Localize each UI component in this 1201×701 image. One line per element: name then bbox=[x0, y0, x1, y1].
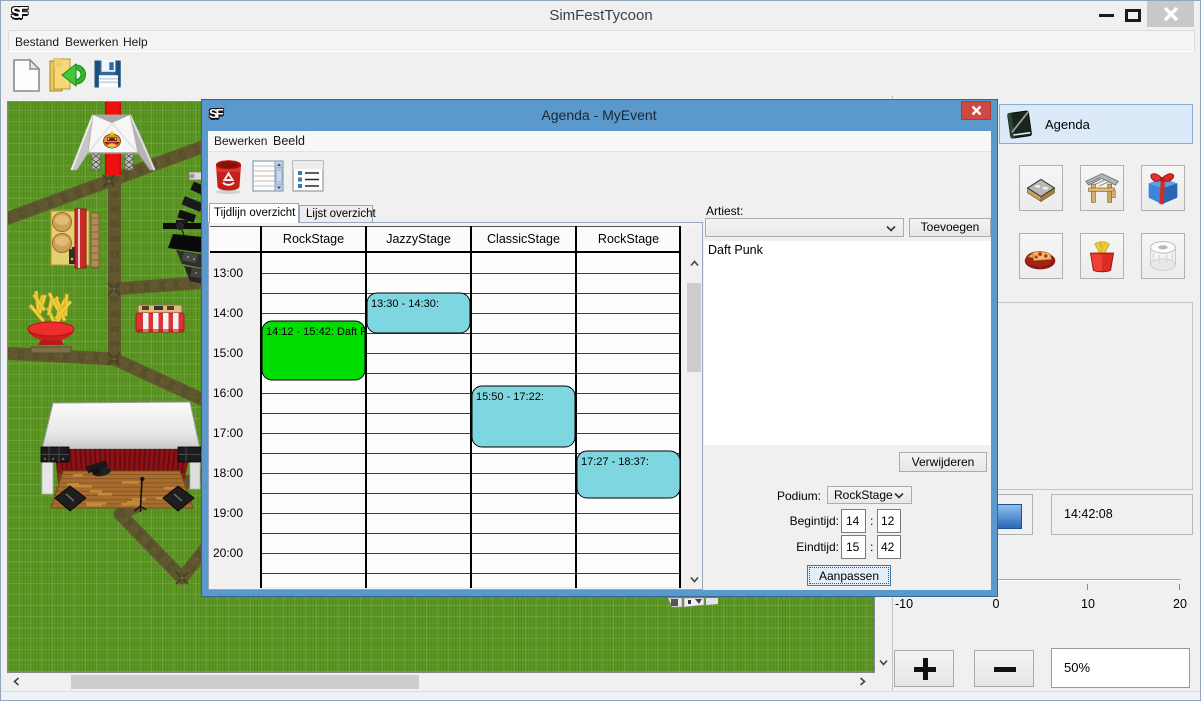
svg-text:15:50 - 17:22:: 15:50 - 17:22: bbox=[476, 391, 544, 403]
svg-text:20:00: 20:00 bbox=[213, 546, 243, 560]
svg-text:19:00: 19:00 bbox=[213, 506, 243, 520]
svg-text:14:00: 14:00 bbox=[213, 306, 243, 320]
svg-text:17:27 - 18:37:: 17:27 - 18:37: bbox=[581, 456, 649, 468]
svg-text:15:00: 15:00 bbox=[213, 346, 243, 360]
svg-text:ClassicStage: ClassicStage bbox=[487, 232, 560, 246]
svg-text:RockStage: RockStage bbox=[598, 232, 659, 246]
svg-text:13:00: 13:00 bbox=[213, 266, 243, 280]
svg-text:13:30 - 14:30:: 13:30 - 14:30: bbox=[371, 298, 439, 310]
svg-text:JazzyStage: JazzyStage bbox=[386, 232, 451, 246]
svg-text:18:00: 18:00 bbox=[213, 466, 243, 480]
svg-text:17:00: 17:00 bbox=[213, 426, 243, 440]
svg-text:16:00: 16:00 bbox=[213, 386, 243, 400]
svg-text:RockStage: RockStage bbox=[283, 232, 344, 246]
